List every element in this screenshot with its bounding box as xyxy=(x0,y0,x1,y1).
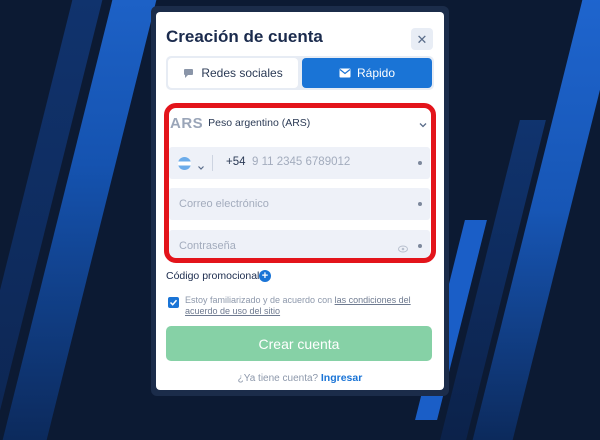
divider xyxy=(212,155,213,171)
background-stripe xyxy=(472,0,600,440)
currency-name: Peso argentino (ARS) xyxy=(208,117,311,129)
phone-prefix: +54 xyxy=(226,156,246,168)
checkmark-icon xyxy=(169,299,178,306)
registration-card: Creación de cuenta ✕ Redes sociales Rápi… xyxy=(156,12,444,390)
promo-code-label[interactable]: Código promocional xyxy=(166,270,259,282)
required-dot-icon xyxy=(418,244,422,248)
chevron-down-icon xyxy=(418,117,428,128)
argentina-flag-icon[interactable] xyxy=(178,157,191,170)
password-placeholder: Contraseña xyxy=(179,240,236,252)
login-line: ¿Ya tiene cuenta? Ingresar xyxy=(156,372,444,384)
create-account-button[interactable]: Crear cuenta xyxy=(166,326,432,361)
currency-code: ARS xyxy=(170,114,204,132)
login-question: ¿Ya tiene cuenta? xyxy=(237,373,319,384)
signup-method-tabs: Redes sociales Rápido xyxy=(166,56,434,90)
phone-placeholder: 9 11 2345 6789012 xyxy=(252,156,351,168)
chat-bubble-icon xyxy=(183,68,194,79)
add-promo-icon[interactable]: + xyxy=(259,270,271,282)
password-field[interactable]: Contraseña xyxy=(169,230,430,262)
email-placeholder: Correo electrónico xyxy=(179,198,269,210)
registration-modal: Creación de cuenta ✕ Redes sociales Rápi… xyxy=(151,6,449,396)
tab-social-networks[interactable]: Redes sociales xyxy=(168,58,298,88)
close-button[interactable]: ✕ xyxy=(411,28,433,50)
envelope-icon xyxy=(339,68,351,79)
chevron-down-icon[interactable] xyxy=(197,159,205,170)
terms-checkbox[interactable] xyxy=(168,297,179,308)
terms-text: Estoy familiarizado y de acuerdo con las… xyxy=(185,295,435,317)
modal-title: Creación de cuenta xyxy=(166,27,323,46)
tab-social-label: Redes sociales xyxy=(201,66,283,80)
phone-field[interactable]: +54 9 11 2345 6789012 xyxy=(169,147,430,179)
eye-icon[interactable] xyxy=(398,241,408,253)
close-icon: ✕ xyxy=(416,31,428,47)
currency-select[interactable]: ARS Peso argentino (ARS) xyxy=(168,108,432,138)
email-field[interactable]: Correo electrónico xyxy=(169,188,430,220)
terms-prefix: Estoy familiarizado y de acuerdo con xyxy=(185,295,333,305)
tab-fast[interactable]: Rápido xyxy=(302,58,432,88)
required-dot-icon xyxy=(418,161,422,165)
required-dot-icon xyxy=(418,202,422,206)
login-link[interactable]: Ingresar xyxy=(321,372,362,384)
tab-fast-label: Rápido xyxy=(356,66,396,80)
